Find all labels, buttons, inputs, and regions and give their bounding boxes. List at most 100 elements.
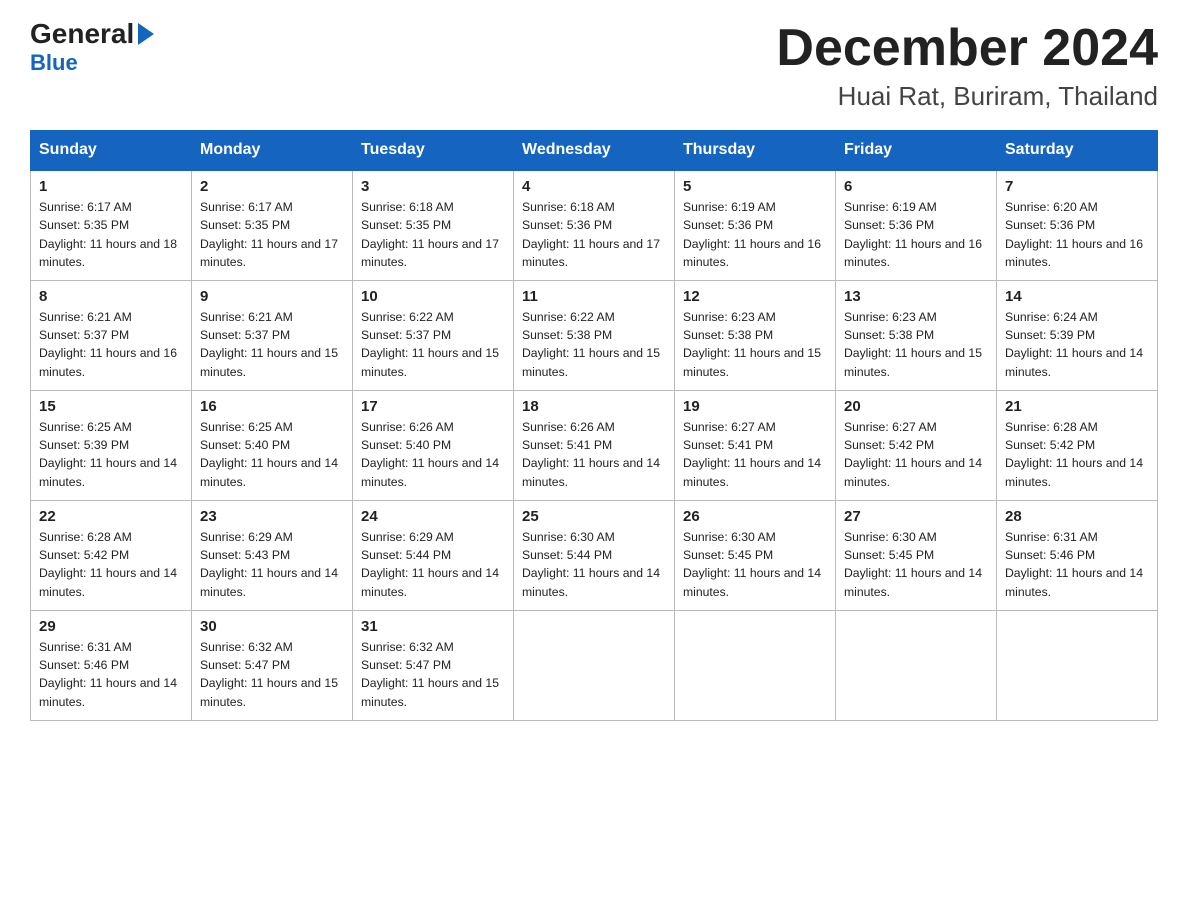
sunrise-label: Sunrise: 6:23 AM	[844, 310, 937, 324]
daylight-label: Daylight: 11 hours and 17 minutes.	[200, 237, 338, 269]
sunset-label: Sunset: 5:43 PM	[200, 548, 290, 562]
sunset-label: Sunset: 5:36 PM	[522, 218, 612, 232]
sunrise-label: Sunrise: 6:22 AM	[361, 310, 454, 324]
daylight-label: Daylight: 11 hours and 14 minutes.	[844, 566, 982, 598]
sunrise-label: Sunrise: 6:21 AM	[39, 310, 132, 324]
daylight-label: Daylight: 11 hours and 14 minutes.	[1005, 346, 1143, 378]
calendar-cell: 10 Sunrise: 6:22 AM Sunset: 5:37 PM Dayl…	[353, 280, 514, 390]
day-number: 31	[361, 618, 505, 635]
day-info: Sunrise: 6:21 AM Sunset: 5:37 PM Dayligh…	[39, 308, 183, 381]
calendar-week-row: 8 Sunrise: 6:21 AM Sunset: 5:37 PM Dayli…	[31, 280, 1158, 390]
daylight-label: Daylight: 11 hours and 16 minutes.	[844, 237, 982, 269]
header-day-monday: Monday	[192, 131, 353, 171]
sunrise-label: Sunrise: 6:30 AM	[844, 530, 937, 544]
sunset-label: Sunset: 5:41 PM	[683, 438, 773, 452]
day-info: Sunrise: 6:28 AM Sunset: 5:42 PM Dayligh…	[1005, 418, 1149, 491]
calendar-week-row: 15 Sunrise: 6:25 AM Sunset: 5:39 PM Dayl…	[31, 390, 1158, 500]
calendar-cell: 28 Sunrise: 6:31 AM Sunset: 5:46 PM Dayl…	[997, 500, 1158, 610]
calendar-cell: 20 Sunrise: 6:27 AM Sunset: 5:42 PM Dayl…	[836, 390, 997, 500]
day-info: Sunrise: 6:29 AM Sunset: 5:43 PM Dayligh…	[200, 528, 344, 601]
calendar-cell: 12 Sunrise: 6:23 AM Sunset: 5:38 PM Dayl…	[675, 280, 836, 390]
day-number: 19	[683, 398, 827, 415]
daylight-label: Daylight: 11 hours and 14 minutes.	[844, 456, 982, 488]
day-info: Sunrise: 6:30 AM Sunset: 5:44 PM Dayligh…	[522, 528, 666, 601]
calendar-cell: 31 Sunrise: 6:32 AM Sunset: 5:47 PM Dayl…	[353, 610, 514, 720]
day-info: Sunrise: 6:27 AM Sunset: 5:41 PM Dayligh…	[683, 418, 827, 491]
sunrise-label: Sunrise: 6:27 AM	[683, 420, 776, 434]
day-number: 22	[39, 508, 183, 525]
day-number: 24	[361, 508, 505, 525]
header-day-tuesday: Tuesday	[353, 131, 514, 171]
day-info: Sunrise: 6:18 AM Sunset: 5:35 PM Dayligh…	[361, 198, 505, 271]
day-info: Sunrise: 6:32 AM Sunset: 5:47 PM Dayligh…	[361, 638, 505, 711]
sunrise-label: Sunrise: 6:23 AM	[683, 310, 776, 324]
sunrise-label: Sunrise: 6:29 AM	[361, 530, 454, 544]
calendar-cell: 27 Sunrise: 6:30 AM Sunset: 5:45 PM Dayl…	[836, 500, 997, 610]
day-number: 15	[39, 398, 183, 415]
day-number: 8	[39, 288, 183, 305]
sunset-label: Sunset: 5:38 PM	[844, 328, 934, 342]
daylight-label: Daylight: 11 hours and 14 minutes.	[39, 456, 177, 488]
calendar-cell: 4 Sunrise: 6:18 AM Sunset: 5:36 PM Dayli…	[514, 170, 675, 280]
daylight-label: Daylight: 11 hours and 15 minutes.	[361, 676, 499, 708]
sunset-label: Sunset: 5:35 PM	[39, 218, 129, 232]
calendar-cell: 3 Sunrise: 6:18 AM Sunset: 5:35 PM Dayli…	[353, 170, 514, 280]
header-day-wednesday: Wednesday	[514, 131, 675, 171]
header-day-sunday: Sunday	[31, 131, 192, 171]
sunset-label: Sunset: 5:46 PM	[39, 658, 129, 672]
day-number: 23	[200, 508, 344, 525]
logo-arrow-icon	[138, 23, 154, 45]
daylight-label: Daylight: 11 hours and 14 minutes.	[683, 456, 821, 488]
daylight-label: Daylight: 11 hours and 18 minutes.	[39, 237, 177, 269]
day-number: 25	[522, 508, 666, 525]
day-number: 14	[1005, 288, 1149, 305]
day-number: 16	[200, 398, 344, 415]
sunrise-label: Sunrise: 6:26 AM	[522, 420, 615, 434]
calendar-cell: 25 Sunrise: 6:30 AM Sunset: 5:44 PM Dayl…	[514, 500, 675, 610]
sunset-label: Sunset: 5:36 PM	[1005, 218, 1095, 232]
calendar-week-row: 29 Sunrise: 6:31 AM Sunset: 5:46 PM Dayl…	[31, 610, 1158, 720]
calendar-header-row: SundayMondayTuesdayWednesdayThursdayFrid…	[31, 131, 1158, 171]
sunrise-label: Sunrise: 6:20 AM	[1005, 200, 1098, 214]
sunrise-label: Sunrise: 6:28 AM	[39, 530, 132, 544]
sunrise-label: Sunrise: 6:31 AM	[39, 640, 132, 654]
calendar-title: December 2024	[776, 20, 1158, 77]
logo: General Blue	[30, 20, 154, 76]
day-number: 11	[522, 288, 666, 305]
day-number: 29	[39, 618, 183, 635]
day-info: Sunrise: 6:23 AM Sunset: 5:38 PM Dayligh…	[844, 308, 988, 381]
day-number: 21	[1005, 398, 1149, 415]
calendar-cell: 18 Sunrise: 6:26 AM Sunset: 5:41 PM Dayl…	[514, 390, 675, 500]
calendar-cell: 9 Sunrise: 6:21 AM Sunset: 5:37 PM Dayli…	[192, 280, 353, 390]
day-number: 10	[361, 288, 505, 305]
day-info: Sunrise: 6:23 AM Sunset: 5:38 PM Dayligh…	[683, 308, 827, 381]
day-number: 18	[522, 398, 666, 415]
page-header: General Blue December 2024 Huai Rat, Bur…	[30, 20, 1158, 112]
day-info: Sunrise: 6:32 AM Sunset: 5:47 PM Dayligh…	[200, 638, 344, 711]
sunrise-label: Sunrise: 6:25 AM	[39, 420, 132, 434]
calendar-cell	[514, 610, 675, 720]
sunrise-label: Sunrise: 6:17 AM	[200, 200, 293, 214]
calendar-cell: 16 Sunrise: 6:25 AM Sunset: 5:40 PM Dayl…	[192, 390, 353, 500]
sunrise-label: Sunrise: 6:28 AM	[1005, 420, 1098, 434]
calendar-cell: 13 Sunrise: 6:23 AM Sunset: 5:38 PM Dayl…	[836, 280, 997, 390]
sunset-label: Sunset: 5:37 PM	[361, 328, 451, 342]
calendar-cell: 24 Sunrise: 6:29 AM Sunset: 5:44 PM Dayl…	[353, 500, 514, 610]
daylight-label: Daylight: 11 hours and 14 minutes.	[200, 566, 338, 598]
sunrise-label: Sunrise: 6:18 AM	[522, 200, 615, 214]
calendar-cell: 7 Sunrise: 6:20 AM Sunset: 5:36 PM Dayli…	[997, 170, 1158, 280]
daylight-label: Daylight: 11 hours and 14 minutes.	[39, 566, 177, 598]
day-number: 26	[683, 508, 827, 525]
sunrise-label: Sunrise: 6:29 AM	[200, 530, 293, 544]
sunset-label: Sunset: 5:39 PM	[1005, 328, 1095, 342]
daylight-label: Daylight: 11 hours and 15 minutes.	[683, 346, 821, 378]
sunset-label: Sunset: 5:40 PM	[200, 438, 290, 452]
daylight-label: Daylight: 11 hours and 17 minutes.	[361, 237, 499, 269]
day-info: Sunrise: 6:20 AM Sunset: 5:36 PM Dayligh…	[1005, 198, 1149, 271]
day-number: 28	[1005, 508, 1149, 525]
day-info: Sunrise: 6:31 AM Sunset: 5:46 PM Dayligh…	[1005, 528, 1149, 601]
day-number: 7	[1005, 178, 1149, 195]
logo-blue-text: Blue	[30, 50, 78, 76]
daylight-label: Daylight: 11 hours and 14 minutes.	[1005, 456, 1143, 488]
sunrise-label: Sunrise: 6:27 AM	[844, 420, 937, 434]
